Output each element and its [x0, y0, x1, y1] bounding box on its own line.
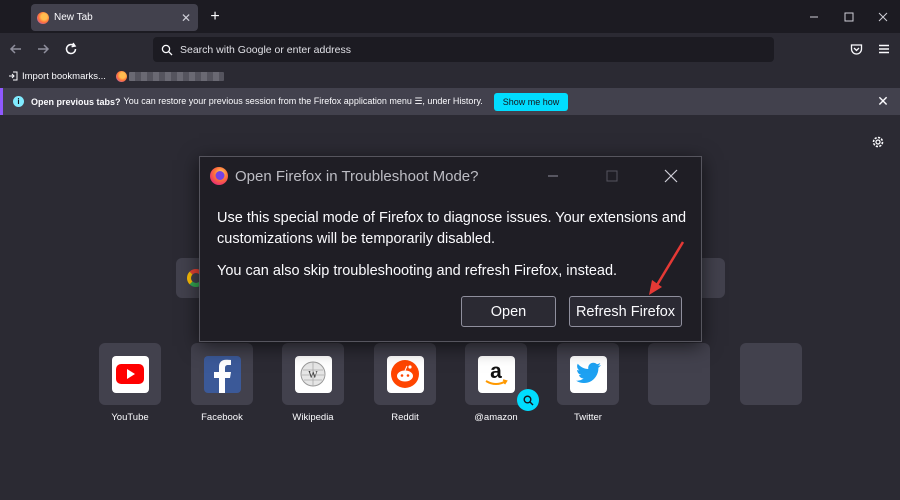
shortcut-amazon[interactable]: a @amazon	[465, 343, 539, 423]
tab-strip: New Tab ✕ +	[0, 0, 900, 33]
tab-title: New Tab	[54, 12, 93, 23]
forward-icon[interactable]	[33, 39, 53, 59]
dialog-title: Open Firefox in Troubleshoot Mode?	[235, 167, 479, 185]
minimize-icon[interactable]	[797, 0, 831, 33]
maximize-icon[interactable]	[832, 0, 866, 33]
shortcut-empty-slot[interactable]	[740, 343, 802, 405]
svg-text:W: W	[308, 370, 318, 381]
dialog-minimize-icon[interactable]	[542, 165, 564, 187]
new-tab-button[interactable]: +	[205, 7, 225, 27]
app-menu-icon[interactable]	[874, 39, 894, 59]
dialog-maximize-icon[interactable]	[601, 165, 623, 187]
dialog-titlebar: Open Firefox in Troubleshoot Mode?	[209, 166, 478, 186]
shortcut-label: YouTube	[111, 412, 149, 423]
redacted-bookmark-label	[128, 71, 224, 81]
tab-new-tab[interactable]: New Tab ✕	[31, 4, 198, 31]
firefox-icon	[37, 11, 49, 24]
wikipedia-icon: W	[294, 355, 332, 393]
shortcut-empty-slot[interactable]	[648, 343, 710, 405]
twitter-icon	[569, 355, 607, 393]
import-bookmarks-label: Import bookmarks...	[22, 70, 106, 82]
shortcut-label: Reddit	[391, 412, 419, 423]
youtube-icon	[111, 355, 149, 393]
notification-title: Open previous tabs?	[31, 96, 121, 107]
shortcut-label: @amazon	[474, 412, 518, 423]
shortcut-wikipedia[interactable]: W Wikipedia	[282, 343, 344, 423]
notification-message: You can restore your previous session fr…	[123, 96, 483, 106]
dialog-description: Use this special mode of Firefox to diag…	[217, 210, 687, 247]
shortcut-label: Twitter	[574, 412, 602, 423]
svg-text:a: a	[490, 360, 502, 383]
troubleshoot-mode-dialog: Open Firefox in Troubleshoot Mode? Use t…	[199, 156, 702, 342]
shortcut-youtube[interactable]: YouTube	[99, 343, 161, 423]
pocket-icon[interactable]	[846, 39, 866, 59]
url-input[interactable]	[180, 43, 740, 56]
dialog-body: Use this special mode of Firefox to diag…	[217, 208, 687, 293]
reddit-icon	[386, 355, 424, 393]
open-button[interactable]: Open	[461, 296, 556, 327]
bookmark-item[interactable]	[115, 70, 224, 82]
notification-close-icon[interactable]: ✕	[876, 94, 890, 108]
info-icon: i	[13, 96, 24, 107]
window-close-icon[interactable]	[866, 0, 900, 33]
session-restore-notification: i Open previous tabs? You can restore yo…	[0, 88, 900, 115]
gear-icon[interactable]	[870, 134, 886, 150]
address-bar[interactable]	[153, 37, 774, 62]
tab-close-icon[interactable]: ✕	[178, 11, 194, 25]
shortcut-facebook[interactable]: Facebook	[191, 343, 253, 423]
dialog-close-icon[interactable]	[660, 165, 682, 187]
bookmarks-toolbar: Import bookmarks...	[0, 66, 900, 86]
firefox-logo-icon	[210, 167, 228, 185]
shortcut-label: Wikipedia	[292, 412, 334, 423]
shortcut-label: Facebook	[201, 412, 243, 423]
search-shortcut-badge-icon	[517, 389, 539, 411]
navigation-toolbar	[0, 33, 900, 66]
refresh-firefox-button[interactable]: Refresh Firefox	[569, 296, 682, 327]
firefox-icon	[115, 70, 127, 82]
amazon-icon: a	[477, 355, 515, 393]
shortcut-twitter[interactable]: Twitter	[557, 343, 619, 423]
reload-icon[interactable]	[61, 39, 81, 59]
shortcut-reddit[interactable]: Reddit	[374, 343, 436, 423]
search-icon	[161, 44, 173, 55]
show-me-how-button[interactable]: Show me how	[493, 92, 569, 111]
import-bookmarks-link[interactable]: Import bookmarks...	[8, 71, 106, 82]
facebook-icon	[203, 355, 241, 393]
import-icon	[9, 71, 18, 81]
dialog-refresh-hint: You can also skip troubleshooting and re…	[217, 263, 618, 279]
back-icon[interactable]	[6, 39, 26, 59]
